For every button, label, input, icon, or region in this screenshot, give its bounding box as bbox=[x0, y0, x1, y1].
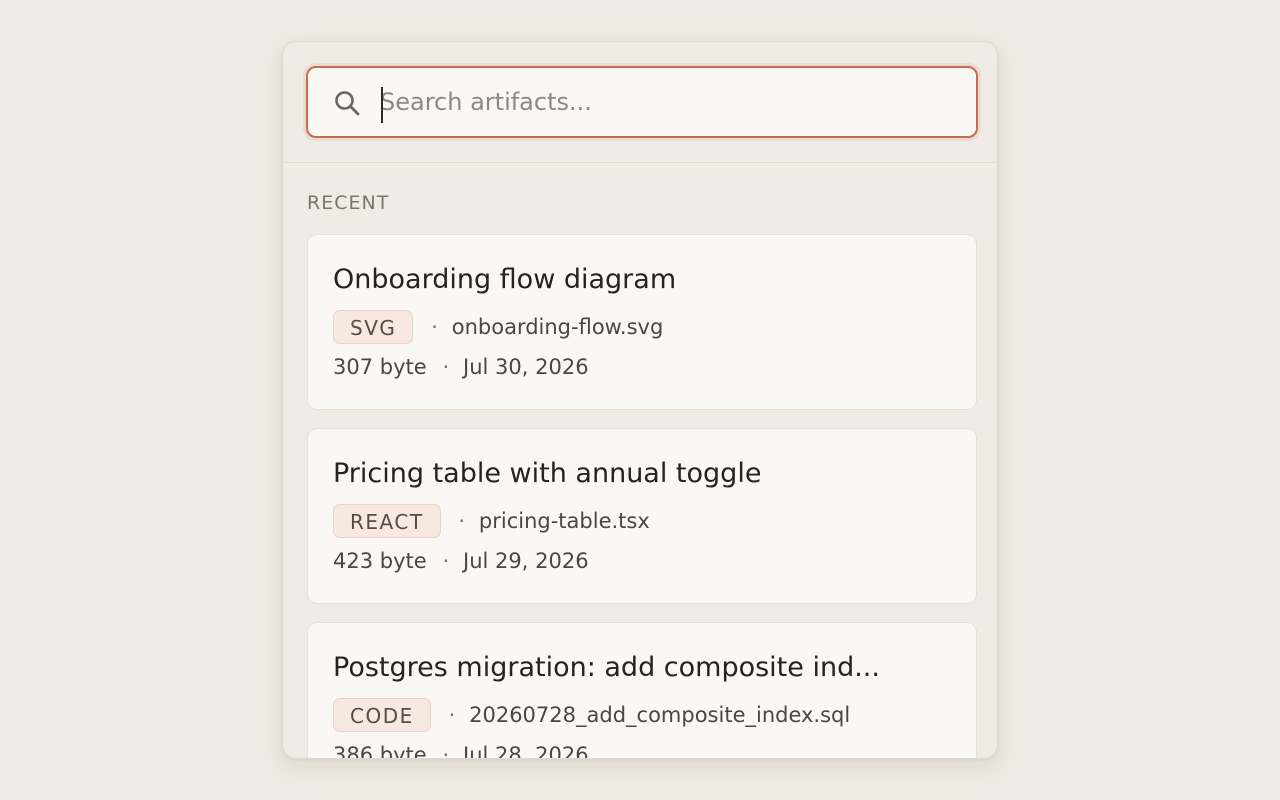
artifact-date: Jul 28, 2026 bbox=[463, 743, 589, 759]
text-caret bbox=[381, 87, 383, 123]
artifact-info-row: 307 byte · Jul 30, 2026 bbox=[333, 355, 976, 379]
search-header bbox=[283, 42, 997, 163]
search-box[interactable] bbox=[306, 66, 978, 138]
artifact-size: 386 byte bbox=[333, 743, 427, 759]
artifact-card[interactable]: Pricing table with annual toggle REACT ·… bbox=[307, 428, 977, 604]
artifact-title: Onboarding flow diagram bbox=[333, 264, 677, 295]
artifact-info-row: 386 byte · Jul 28, 2026 bbox=[333, 743, 976, 759]
artifact-meta-row: SVG · onboarding-flow.svg bbox=[333, 309, 976, 345]
artifact-size: 423 byte bbox=[333, 549, 427, 573]
artifact-search-panel: RECENT Onboarding flow diagram SVG · onb… bbox=[282, 41, 998, 759]
separator-dot: · bbox=[442, 549, 450, 573]
artifact-size: 307 byte bbox=[333, 355, 427, 379]
artifact-type-badge: REACT bbox=[333, 504, 441, 538]
artifact-filename: pricing-table.tsx bbox=[478, 509, 650, 533]
artifact-meta-row: REACT · pricing-table.tsx bbox=[333, 503, 976, 539]
artifact-filename: onboarding-flow.svg bbox=[451, 315, 664, 339]
artifact-type-badge: CODE bbox=[333, 698, 431, 732]
separator-dot: · bbox=[458, 509, 465, 533]
artifact-date: Jul 29, 2026 bbox=[463, 549, 589, 573]
separator-dot: · bbox=[442, 743, 450, 759]
separator-dot: · bbox=[431, 315, 438, 339]
artifact-date: Jul 30, 2026 bbox=[463, 355, 589, 379]
separator-dot: · bbox=[442, 355, 450, 379]
artifact-card[interactable]: Onboarding flow diagram SVG · onboarding… bbox=[307, 234, 977, 410]
artifact-list: Onboarding flow diagram SVG · onboarding… bbox=[307, 234, 977, 759]
search-input[interactable] bbox=[380, 76, 960, 128]
separator-dot: · bbox=[448, 703, 456, 727]
artifact-info-row: 423 byte · Jul 29, 2026 bbox=[333, 549, 976, 573]
artifact-title: Postgres migration: add composite ind... bbox=[333, 652, 880, 683]
artifact-card[interactable]: Postgres migration: add composite ind...… bbox=[307, 622, 977, 759]
artifact-title: Pricing table with annual toggle bbox=[333, 458, 762, 489]
search-icon bbox=[335, 91, 360, 116]
artifact-meta-row: CODE · 20260728_add_composite_index.sql bbox=[333, 697, 976, 733]
artifact-filename: 20260728_add_composite_index.sql bbox=[469, 703, 851, 727]
section-label-recent: RECENT bbox=[307, 192, 390, 214]
artifact-type-badge: SVG bbox=[333, 310, 414, 344]
